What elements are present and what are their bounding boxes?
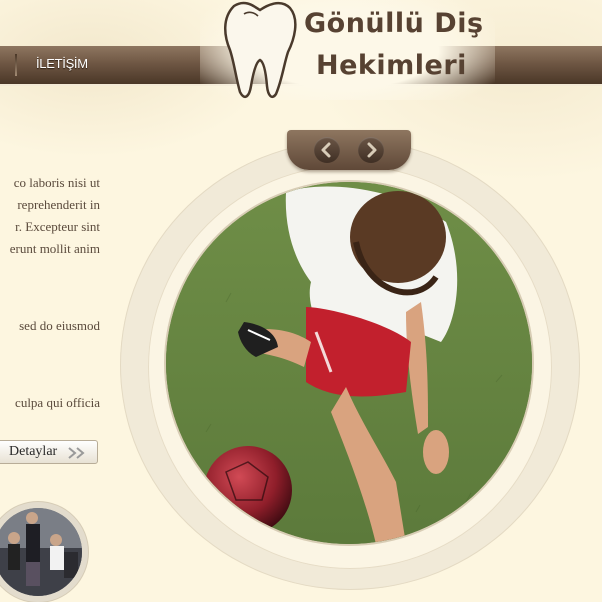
text-line: co laboris nisi ut: [13, 175, 100, 190]
slider-photo: [166, 182, 532, 544]
tooth-icon: [224, 1, 297, 99]
double-chevron-right-icon: [68, 447, 85, 459]
site-logo[interactable]: Gönüllü Diş Hekimleri: [200, 0, 495, 100]
text-line: sed do eiusmod: [19, 318, 100, 333]
text-line: erunt mollit anim: [9, 241, 100, 256]
brand-name-line2: Hekimleri: [316, 50, 467, 81]
details-button-label: Detaylar: [9, 444, 58, 459]
people-seated-illustration: [0, 508, 82, 596]
slider-next-button[interactable]: [358, 137, 384, 163]
text-line: reprehenderit in: [17, 197, 100, 212]
nav-item-contact[interactable]: İLETİŞİM: [36, 56, 88, 71]
text-line: culpa qui officia: [15, 395, 100, 410]
brand-name-line1: Gönüllü Diş: [304, 8, 484, 39]
text-line: r. Excepteur sint: [15, 219, 100, 234]
details-button[interactable]: Detaylar: [0, 440, 98, 464]
intro-text: co laboris nisi ut reprehenderit in r. E…: [0, 172, 100, 414]
thumbnail-photo: [0, 508, 82, 596]
nav-divider: [15, 54, 17, 76]
slider-controls: [287, 130, 411, 170]
boy-kicking-ball-illustration: [166, 182, 532, 544]
slider-prev-button[interactable]: [314, 137, 340, 163]
chevron-right-icon: [367, 142, 377, 158]
chevron-left-icon: [321, 142, 331, 158]
